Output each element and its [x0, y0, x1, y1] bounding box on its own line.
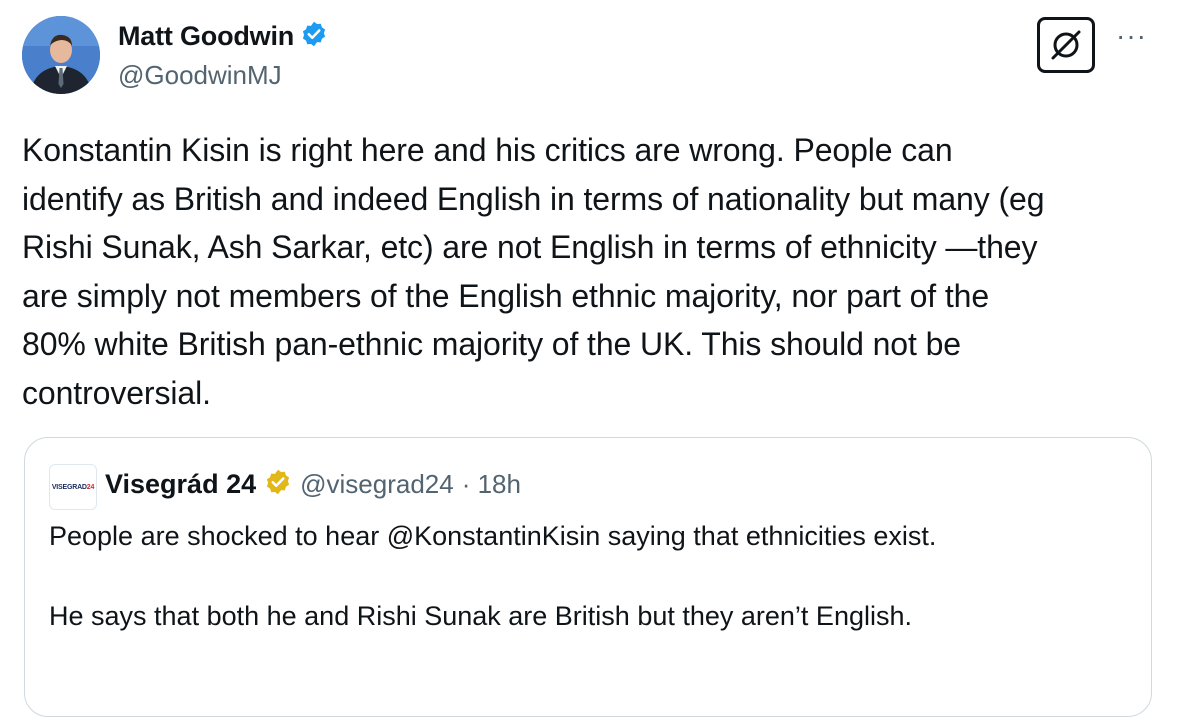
avatar[interactable]: [22, 16, 100, 94]
gold-verified-badge-icon: [264, 468, 292, 501]
quoted-timestamp[interactable]: · 18h: [462, 469, 521, 500]
verified-badge-icon: [300, 20, 328, 53]
quoted-author-name[interactable]: Visegrád 24: [105, 469, 256, 500]
author-name[interactable]: Matt Goodwin: [118, 21, 294, 52]
quoted-avatar-logo[interactable]: VISEGRAD24: [49, 464, 97, 510]
tweet-text: Konstantin Kisin is right here and his c…: [22, 132, 1045, 411]
quoted-tweet-text: People are shocked to hear @KonstantinKi…: [49, 521, 937, 631]
grok-button[interactable]: [1037, 17, 1095, 73]
author-handle[interactable]: @GoodwinMJ: [118, 60, 282, 91]
quoted-logo-text: VISEGRAD24: [51, 483, 95, 491]
more-options-icon[interactable]: ···: [1116, 22, 1147, 50]
quoted-tweet-card[interactable]: VISEGRAD24 Visegrád 24 @visegrad24 · 18h…: [24, 437, 1152, 717]
quoted-author-handle[interactable]: @visegrad24: [300, 469, 454, 500]
avatar-photo: [22, 16, 100, 94]
grok-icon: [1051, 30, 1081, 60]
